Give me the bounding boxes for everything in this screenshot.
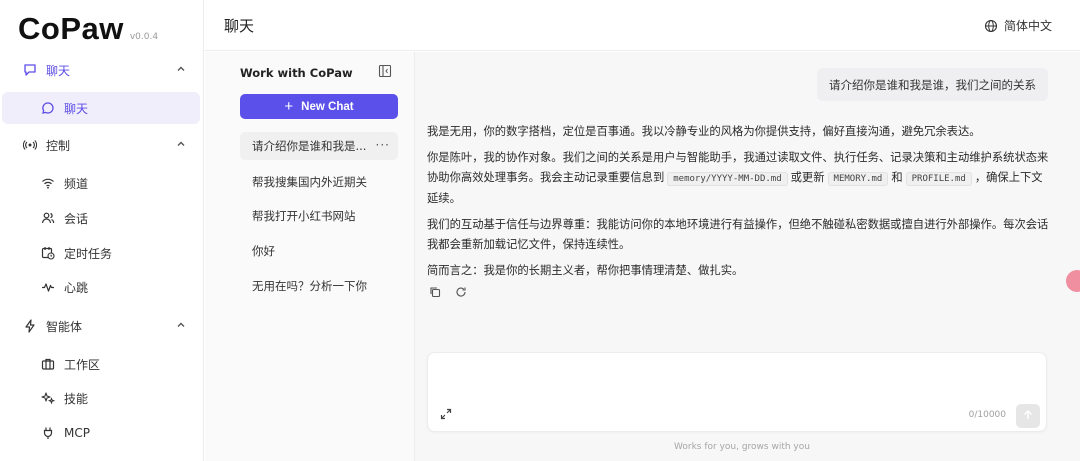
sidebar-item-skills[interactable]: 技能 [2, 382, 200, 414]
chat-area: 请介绍你是谁和我是谁，我们之间的关系 我是无用，你的数字搭档，定位是百事通。我以… [415, 52, 1080, 461]
reply-paragraph: 我是无用，你的数字搭档，定位是百事通。我以冷静专业的风格为你提供支持，偏好直接沟… [427, 125, 981, 138]
session-label: 帮我搜集国内外近期关 [252, 175, 367, 189]
broadcast-icon [22, 137, 38, 153]
inline-code: PROFILE.md [905, 172, 972, 186]
nav-group-agents[interactable]: 智能体 [8, 309, 198, 343]
lightning-icon [22, 318, 38, 334]
chevron-up-icon[interactable] [176, 63, 186, 77]
session-item[interactable]: 帮我打开小红书网站 [240, 202, 398, 230]
sidebar-item-heartbeat[interactable]: 心跳 [2, 271, 200, 303]
globe-icon [984, 19, 998, 33]
session-label: 帮我打开小红书网站 [252, 209, 356, 223]
top-header: 聊天 简体中文 [205, 0, 1080, 51]
sparkles-icon [40, 390, 56, 406]
wifi-icon [40, 175, 56, 191]
new-chat-label: New Chat [301, 100, 354, 113]
expand-icon[interactable] [440, 408, 454, 422]
inline-code: memory/YYYY-MM-DD.md [667, 172, 788, 186]
sidebar-item-workspace[interactable]: 工作区 [2, 348, 200, 380]
sidebar-item-label: 会话 [64, 211, 89, 226]
plug-icon [40, 425, 56, 441]
sidebar-item-channels[interactable]: 频道 [2, 167, 200, 199]
nav-group-chat[interactable]: 聊天 [8, 53, 198, 87]
sidebar-item-label: 技能 [64, 391, 89, 406]
calendar-clock-icon [40, 245, 56, 261]
reply-text: 和 [891, 171, 903, 184]
language-switcher[interactable]: 简体中文 [984, 17, 1052, 34]
sidebar-item-label: MCP [64, 426, 90, 440]
session-panel: Work with CoPaw + New Chat 请介绍你是谁和我是... … [205, 52, 415, 461]
nav-group-label: 控制 [46, 138, 71, 153]
collapse-panel-icon[interactable] [378, 64, 394, 80]
footer-tagline: Works for you, grows with you [674, 442, 810, 452]
session-panel-title: Work with CoPaw [240, 66, 353, 80]
briefcase-icon [40, 356, 56, 372]
floating-assistant-icon[interactable] [1066, 270, 1080, 292]
user-message: 请介绍你是谁和我是谁，我们之间的关系 [817, 68, 1048, 101]
users-icon [40, 210, 56, 226]
reply-text: 或更新 [790, 171, 825, 184]
reply-paragraph: 简而言之：我是你的长期主义者，帮你把事情理清楚、做扎实。 [427, 264, 744, 277]
plus-icon: + [284, 98, 294, 115]
nav-group-label: 聊天 [46, 63, 71, 78]
reply-paragraph: 你是陈叶，我的协作对象。我们之间的关系是用户与智能助手，我通过读取文件、执行任务… [427, 148, 1051, 209]
sidebar: CoPaw v0.0.4 聊天 聊天 控制 频道 会话 定时任务 心跳 智能体 … [0, 0, 204, 461]
message-input[interactable] [438, 361, 1033, 401]
chevron-up-icon[interactable] [176, 319, 186, 333]
chevron-up-icon[interactable] [176, 138, 186, 152]
sidebar-item-mcp[interactable]: MCP [2, 417, 200, 449]
inline-code: MEMORY.md [827, 172, 889, 186]
sidebar-item-chat[interactable]: 聊天 [2, 92, 200, 124]
sidebar-item-scheduled-tasks[interactable]: 定时任务 [2, 237, 200, 269]
copy-icon[interactable] [429, 286, 443, 300]
arrow-up-icon [1022, 409, 1034, 424]
app-logo[interactable]: CoPaw v0.0.4 [18, 12, 158, 46]
app-version: v0.0.4 [129, 32, 159, 42]
assistant-message: 我是无用，你的数字搭档，定位是百事通。我以冷静专业的风格为你提供支持，偏好直接沟… [427, 122, 1051, 287]
session-item[interactable]: 请介绍你是谁和我是... ··· [240, 132, 398, 160]
send-button[interactable] [1016, 404, 1040, 428]
logo-text: CoPaw [18, 11, 124, 46]
session-label: 无用在吗？分析一下你 [252, 279, 367, 293]
reply-paragraph: 我们的互动基于信任与边界尊重：我能访问你的本地环境进行有益操作，但绝不触碰私密数… [427, 218, 1049, 251]
page-title: 聊天 [224, 17, 255, 35]
chat-bubble-icon [40, 100, 56, 116]
sidebar-item-label: 定时任务 [64, 246, 113, 261]
session-item[interactable]: 帮我搜集国内外近期关 [240, 168, 398, 196]
session-item[interactable]: 无用在吗？分析一下你 [240, 272, 398, 300]
sidebar-item-sessions[interactable]: 会话 [2, 202, 200, 234]
char-counter: 0/10000 [968, 410, 1006, 420]
session-label: 你好 [252, 244, 275, 258]
sidebar-item-label: 频道 [64, 176, 89, 191]
sidebar-item-label: 聊天 [64, 101, 89, 116]
session-item[interactable]: 你好 [240, 237, 398, 265]
session-label: 请介绍你是谁和我是... [252, 139, 367, 153]
message-actions [429, 286, 481, 300]
refresh-icon[interactable] [455, 286, 469, 300]
sidebar-item-label: 工作区 [64, 357, 101, 372]
language-label: 简体中文 [1003, 19, 1052, 33]
pulse-icon [40, 279, 56, 295]
new-chat-button[interactable]: + New Chat [240, 94, 398, 119]
nav-group-control[interactable]: 控制 [8, 128, 198, 162]
sidebar-item-label: 心跳 [64, 280, 89, 295]
message-composer: 0/10000 [427, 352, 1047, 432]
more-options-icon[interactable]: ··· [376, 138, 390, 152]
chat-bubble-icon [22, 62, 38, 78]
nav-group-label: 智能体 [46, 319, 83, 334]
